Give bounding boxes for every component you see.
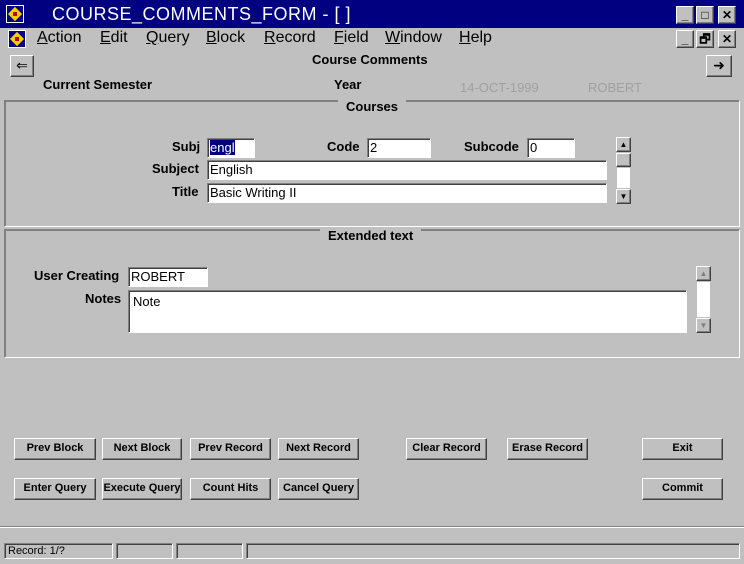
year-label: Year — [334, 77, 362, 92]
notes-scroll-track[interactable] — [697, 282, 710, 317]
subj-input[interactable]: engl — [207, 138, 255, 158]
status-cell-2 — [116, 543, 173, 559]
notes-scroll-down-icon[interactable]: ▼ — [696, 318, 711, 333]
status-cell-3 — [176, 543, 243, 559]
cancel-query-button[interactable]: Cancel Query — [278, 478, 359, 500]
back-arrow-icon: ⇐ — [16, 57, 28, 73]
form-title: Course Comments — [312, 52, 428, 67]
status-record: Record: 1/? — [4, 543, 113, 559]
prev-record-button[interactable]: Prev Record — [190, 438, 271, 460]
subcode-label: Subcode — [464, 139, 519, 154]
scroll-down-icon[interactable]: ▼ — [616, 189, 631, 204]
title-input[interactable]: Basic Writing II — [207, 183, 607, 203]
title-bar[interactable]: COURSE_COMMENTS_FORM - [ ] _ □ ✕ — [0, 0, 744, 28]
commit-button[interactable]: Commit — [642, 478, 723, 500]
scroll-thumb[interactable] — [616, 153, 631, 167]
execute-query-button[interactable]: Execute Query — [102, 478, 182, 500]
code-input[interactable]: 2 — [367, 138, 431, 158]
user-creating-label: User Creating — [34, 268, 120, 283]
close-button[interactable]: ✕ — [718, 6, 736, 24]
scroll-up-icon[interactable]: ▲ — [616, 137, 631, 152]
next-block-button[interactable]: Next Block — [102, 438, 182, 460]
notes-scroll-up-icon[interactable]: ▲ — [696, 266, 711, 281]
child-close-button[interactable]: ✕ — [718, 30, 736, 48]
next-record-button[interactable]: Next Record — [278, 438, 359, 460]
menu-action[interactable]: Action — [37, 28, 81, 50]
title-label: Title — [172, 184, 199, 199]
menu-help[interactable]: Help — [459, 28, 492, 50]
user-creating-input[interactable]: ROBERT — [128, 267, 208, 287]
notes-scrollbar[interactable]: ▲ ▼ — [696, 266, 711, 333]
erase-record-button[interactable]: Erase Record — [507, 438, 588, 460]
count-hits-button[interactable]: Count Hits — [190, 478, 271, 500]
clear-record-button[interactable]: Clear Record — [406, 438, 487, 460]
courses-frame-title: Courses — [338, 99, 407, 114]
document-icon[interactable] — [8, 30, 26, 48]
subject-label: Subject — [152, 161, 199, 176]
exit-button[interactable]: Exit — [642, 438, 723, 460]
maximize-button[interactable]: □ — [696, 6, 714, 24]
status-divider-highlight — [0, 527, 744, 528]
current-semester-label: Current Semester — [43, 77, 153, 92]
menu-window[interactable]: Window — [385, 28, 442, 50]
menu-edit[interactable]: Edit — [100, 28, 128, 50]
courses-scrollbar[interactable]: ▲ ▼ — [616, 137, 631, 205]
subcode-input[interactable]: 0 — [527, 138, 575, 158]
menu-field[interactable]: Field — [334, 28, 369, 50]
child-restore-button[interactable]: 🗗 — [696, 30, 714, 48]
back-arrow-button[interactable]: ⇐ — [10, 55, 34, 77]
child-minimize-button[interactable]: _ — [676, 30, 694, 48]
menu-record[interactable]: Record — [264, 28, 316, 50]
notes-textarea[interactable]: Note — [128, 290, 687, 333]
scroll-track[interactable] — [617, 168, 630, 188]
status-cell-4 — [246, 543, 740, 559]
menu-query[interactable]: Query — [146, 28, 190, 50]
forward-arrow-icon: ➜ — [713, 57, 725, 73]
enter-query-button[interactable]: Enter Query — [14, 478, 96, 500]
notes-label: Notes — [85, 291, 122, 306]
code-label: Code — [327, 139, 360, 154]
extended-text-frame-title: Extended text — [320, 228, 422, 243]
subj-label: Subj — [172, 139, 201, 154]
forward-arrow-button[interactable]: ➜ — [706, 55, 732, 77]
app-icon[interactable] — [6, 5, 24, 23]
menu-block[interactable]: Block — [206, 28, 245, 50]
user-display: ROBERT — [588, 80, 642, 95]
date-display: 14-OCT-1999 — [460, 80, 539, 95]
menu-bar: Action Edit Query Block Record Field Win… — [0, 28, 744, 50]
prev-block-button[interactable]: Prev Block — [14, 438, 96, 460]
subject-input[interactable]: English — [207, 160, 607, 180]
window-title: COURSE_COMMENTS_FORM - [ ] — [52, 4, 352, 24]
minimize-button[interactable]: _ — [676, 6, 694, 24]
